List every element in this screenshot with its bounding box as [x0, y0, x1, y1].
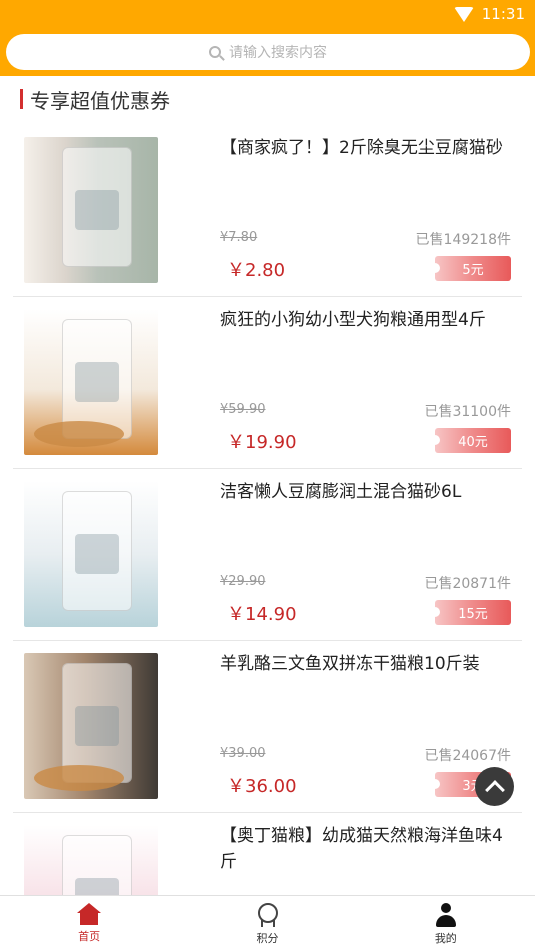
app-header: 11:31 请输入搜索内容	[0, 0, 535, 76]
original-price: ¥29.90	[220, 574, 266, 589]
original-price: ¥7.80	[220, 230, 258, 245]
product-name: 洁客懒人豆腐膨润土混合猫砂6L	[220, 482, 462, 502]
search-input[interactable]: 请输入搜索内容	[6, 34, 530, 70]
product-name: 【奥丁猫粮】幼成猫天然粮海洋鱼味4斤	[220, 826, 503, 872]
current-price: ￥14.90	[227, 604, 297, 625]
original-price: ¥39.00	[220, 746, 266, 761]
tab-home-label: 首页	[78, 930, 101, 943]
product-card[interactable]: 疯狂的小狗幼小型犬狗粮通用型4斤 ¥59.90 已售31100件 ￥19.90 …	[13, 297, 522, 469]
product-image[interactable]	[24, 309, 158, 455]
wifi-icon	[453, 6, 474, 22]
section-accent-bar	[20, 89, 23, 109]
current-price: ￥36.00	[227, 776, 297, 797]
tab-points[interactable]: 积分	[178, 896, 356, 951]
section-title: 专享超值优惠券	[30, 88, 170, 113]
search-placeholder: 请输入搜索内容	[229, 45, 327, 61]
product-card[interactable]: 羊乳酪三文鱼双拼冻干猫粮10斤装 ¥39.00 已售24067件 ￥36.00 …	[13, 641, 522, 813]
search-icon	[209, 46, 221, 58]
product-card[interactable]: 洁客懒人豆腐膨润土混合猫砂6L ¥29.90 已售20871件 ￥14.90 1…	[13, 469, 522, 641]
current-price: ￥2.80	[227, 260, 286, 281]
status-bar: 11:31	[453, 4, 525, 24]
coupon-button[interactable]: 40元	[430, 428, 511, 453]
sold-count: 已售24067件	[424, 748, 511, 764]
current-price: ￥19.90	[227, 432, 297, 453]
product-image[interactable]	[24, 481, 158, 627]
scroll-to-top-button[interactable]	[475, 767, 514, 806]
product-list: 【商家疯了！】2斤除臭无尘豆腐猫砂 ¥7.80 已售149218件 ￥2.80 …	[13, 125, 522, 951]
home-icon	[76, 903, 102, 925]
tab-home[interactable]: 首页	[0, 896, 178, 951]
product-card[interactable]: 【商家疯了！】2斤除臭无尘豆腐猫砂 ¥7.80 已售149218件 ￥2.80 …	[13, 125, 522, 297]
original-price: ¥59.90	[220, 402, 266, 417]
sold-count: 已售149218件	[415, 232, 511, 248]
product-image[interactable]	[24, 137, 158, 283]
tab-mine-label: 我的	[434, 932, 457, 945]
product-name: 羊乳酪三文鱼双拼冻干猫粮10斤装	[220, 654, 480, 674]
coupon-button[interactable]: 15元	[430, 600, 511, 625]
tab-points-label: 积分	[256, 932, 279, 945]
sold-count: 已售20871件	[424, 576, 511, 592]
sold-count: 已售31100件	[424, 404, 511, 420]
coupon-button[interactable]: 5元	[430, 256, 511, 281]
user-icon	[435, 903, 457, 927]
product-name: 疯狂的小狗幼小型犬狗粮通用型4斤	[220, 310, 486, 330]
product-image[interactable]	[24, 653, 158, 799]
bottom-tab-bar: 首页 积分 我的	[0, 895, 535, 951]
status-time: 11:31	[481, 5, 525, 23]
chevron-up-icon	[484, 780, 505, 800]
medal-icon	[256, 903, 279, 927]
tab-mine[interactable]: 我的	[357, 896, 535, 951]
product-name: 【商家疯了！】2斤除臭无尘豆腐猫砂	[220, 138, 503, 158]
section-header: 专享超值优惠券	[20, 86, 170, 113]
